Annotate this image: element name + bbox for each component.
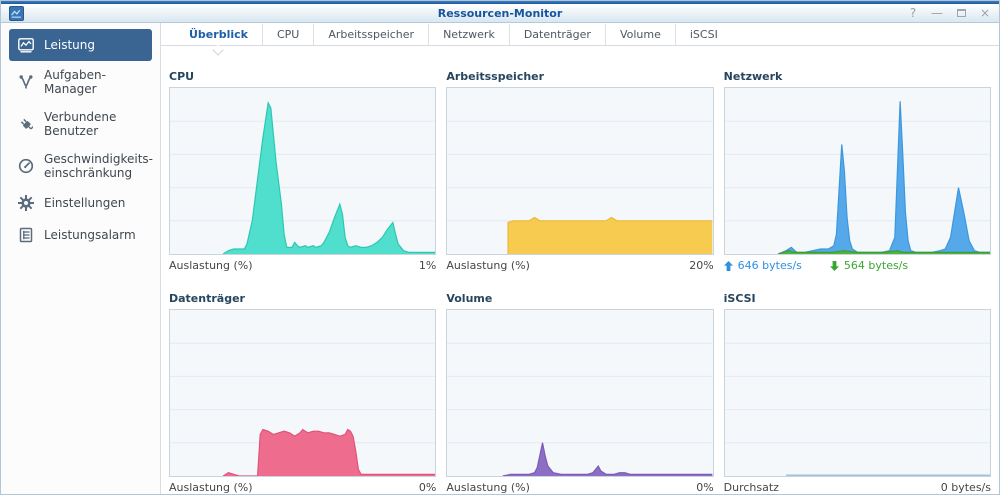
download-rate-label: 564 bytes/s [844,259,908,272]
chart-axis-label: Auslastung (%) [446,481,530,494]
content-area: Überblick CPU Arbeitsspeicher Netzwerk D… [161,23,999,494]
network-area-chart [724,87,991,255]
titlebar[interactable]: Ressourcen-Monitor ? — × [1,4,999,23]
chart-panel-volume: Volume Auslastung (%) 0% [446,292,713,494]
chart-panel-netzwerk: Netzwerk 646 bytes/s [724,70,991,272]
upload-arrow-icon [724,261,733,271]
sidebar-item-label: Aufgaben-Manager [44,68,144,96]
chart-current-value: 0% [696,481,713,494]
tab-datentraeger[interactable]: Datenträger [509,24,605,45]
main-area: Leistung Aufgaben-Manager [1,23,999,494]
download-arrow-icon [830,261,839,271]
network-legend: 646 bytes/s 564 bytes/s [724,259,991,272]
chart-footer: Auslastung (%) 0% [169,481,436,494]
speed-limit-gauge-icon [17,157,35,175]
resource-monitor-window: Ressourcen-Monitor ? — × Leistung [1,1,999,494]
performance-alarm-report-icon [17,226,35,244]
chart-current-value: 1% [419,259,436,272]
charts-grid: CPU Auslastung (%) 1% Arbeitsspeicher [161,46,999,494]
chart-current-value: 0 bytes/s [941,481,991,494]
chart-panel-iscsi: iSCSI Durchsatz 0 bytes/s [724,292,991,494]
sidebar-item-einstellungen[interactable]: Einstellungen [9,187,152,219]
download-rate: 564 bytes/s [830,259,908,272]
volume-area-chart [446,309,713,477]
chart-panel-cpu: CPU Auslastung (%) 1% [169,70,436,272]
chart-current-value: 0% [419,481,436,494]
tab-cpu[interactable]: CPU [262,24,313,45]
performance-chart-icon [10,7,23,20]
sidebar-item-leistungsalarm[interactable]: Leistungsalarm [9,219,152,251]
sidebar-item-label: Verbundene Benutzer [44,110,144,138]
sidebar-item-label: Einstellungen [44,196,125,210]
tab-ueberblick[interactable]: Überblick [175,24,262,45]
maximize-icon [957,9,966,17]
sidebar-item-label: Leistung [44,38,95,52]
maximize-button[interactable] [955,7,967,19]
tab-iscsi[interactable]: iSCSI [675,24,732,45]
chart-axis-label: Durchsatz [724,481,779,494]
memory-area-chart [446,87,713,255]
upload-rate-label: 646 bytes/s [738,259,802,272]
sidebar-item-label: Leistungsalarm [44,228,136,242]
sidebar-item-verbundene-benutzer[interactable]: Verbundene Benutzer [9,103,152,145]
chart-axis-label: Auslastung (%) [169,481,253,494]
disk-area-chart [169,309,436,477]
chart-title: CPU [169,70,436,83]
chart-title: Arbeitsspeicher [446,70,713,83]
sidebar: Leistung Aufgaben-Manager [1,23,161,494]
task-manager-icon [17,73,35,91]
upload-rate: 646 bytes/s [724,259,802,272]
tab-bar: Überblick CPU Arbeitsspeicher Netzwerk D… [161,23,999,46]
connected-users-plug-icon [17,115,35,133]
cpu-area-chart [169,87,436,255]
chart-footer: Auslastung (%) 20% [446,259,713,272]
iscsi-line-chart [724,309,991,477]
chart-title: Netzwerk [724,70,991,83]
sidebar-item-label: Geschwindigkeits- einschränkung [44,152,153,180]
help-button[interactable]: ? [907,7,919,19]
chart-footer: Durchsatz 0 bytes/s [724,481,991,494]
settings-gear-icon [17,194,35,212]
chart-panel-arbeitsspeicher: Arbeitsspeicher Auslastung (%) 20% [446,70,713,272]
chart-title: Volume [446,292,713,305]
tab-netzwerk[interactable]: Netzwerk [428,24,509,45]
performance-chart-icon [17,36,35,54]
close-button[interactable]: × [979,7,991,19]
minimize-button[interactable]: — [931,7,943,19]
sidebar-item-geschwindigkeitseinschraenkung[interactable]: Geschwindigkeits- einschränkung [9,145,152,187]
chart-footer: Auslastung (%) 1% [169,259,436,272]
chart-footer: Auslastung (%) 0% [446,481,713,494]
window-controls: ? — × [907,7,991,19]
chart-panel-datentraeger: Datenträger Auslastung (%) 0% [169,292,436,494]
chart-axis-label: Auslastung (%) [169,259,253,272]
app-icon [9,6,24,21]
chart-title: Datenträger [169,292,436,305]
sidebar-item-aufgaben-manager[interactable]: Aufgaben-Manager [9,61,152,103]
window-title: Ressourcen-Monitor [1,7,999,20]
sidebar-item-leistung[interactable]: Leistung [9,29,152,61]
tab-volume[interactable]: Volume [605,24,675,45]
chart-title: iSCSI [724,292,991,305]
tab-arbeitsspeicher[interactable]: Arbeitsspeicher [313,24,428,45]
chart-axis-label: Auslastung (%) [446,259,530,272]
chart-current-value: 20% [689,259,713,272]
